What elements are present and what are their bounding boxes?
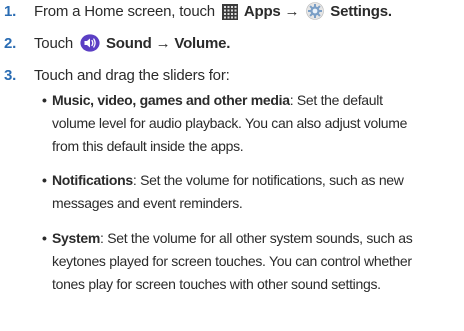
step-2-end: .: [226, 35, 231, 52]
list-item-line: keytones played for screen touches. You …: [52, 253, 412, 269]
list-item-line: System: Set the volume for all other sys…: [40, 227, 456, 250]
list-item-term: System: [52, 230, 101, 246]
list-item-text: : Set the default: [289, 92, 383, 108]
arrow-glyph: →: [155, 35, 171, 52]
list-item-line: tones play for screen touches with other…: [52, 276, 381, 292]
step-text: Touch Sound → Volume.: [34, 34, 230, 58]
list-item-line: from this default inside the apps.: [52, 138, 244, 154]
sound-speaker-icon: [80, 34, 100, 58]
arrow-glyph: →: [284, 3, 300, 20]
bullet-glyph: •: [42, 92, 47, 108]
step-text: Touch and drag the sliders for:: [34, 67, 230, 84]
list-item-media: • Music, video, games and other media: S…: [40, 89, 456, 158]
step-text: From a Home screen, touch Apps → Setting…: [34, 2, 392, 26]
list-item-term: Music, video, games and other media: [52, 92, 290, 108]
step-1-end: .: [387, 3, 392, 20]
settings-label: Settings: [330, 3, 388, 20]
list-item-line: Notifications: Set the volume for notifi…: [40, 169, 456, 192]
list-item-line: Music, video, games and other media: Set…: [40, 89, 456, 112]
sound-label: Sound: [105, 35, 152, 52]
bullet-glyph: •: [42, 172, 47, 188]
step-2-intro: Touch: [34, 35, 74, 52]
volume-label: Volume: [174, 35, 227, 52]
step-number: 3.: [4, 67, 17, 84]
apps-grid-icon: [221, 4, 238, 26]
list-item-text: : Set the volume for notifications, such…: [132, 172, 404, 188]
list-item-term: Notifications: [52, 172, 133, 188]
list-item-system: • System: Set the volume for all other s…: [40, 227, 456, 296]
step-1-intro: From a Home screen, touch: [34, 3, 215, 20]
document-page: 1. From a Home screen, touch Apps → Sett…: [0, 0, 464, 331]
list-item-line: messages and event reminders.: [52, 195, 243, 211]
list-item-notifications: • Notifications: Set the volume for noti…: [40, 169, 456, 215]
list-item-line: volume level for audio playback. You can…: [52, 115, 408, 131]
settings-gear-icon: [306, 2, 325, 26]
bullet-glyph: •: [42, 230, 47, 246]
step-number: 2.: [4, 35, 17, 52]
step-number: 1.: [4, 3, 17, 20]
list-item-text: : Set the volume for all other system so…: [100, 230, 413, 246]
apps-label: Apps: [243, 3, 281, 20]
